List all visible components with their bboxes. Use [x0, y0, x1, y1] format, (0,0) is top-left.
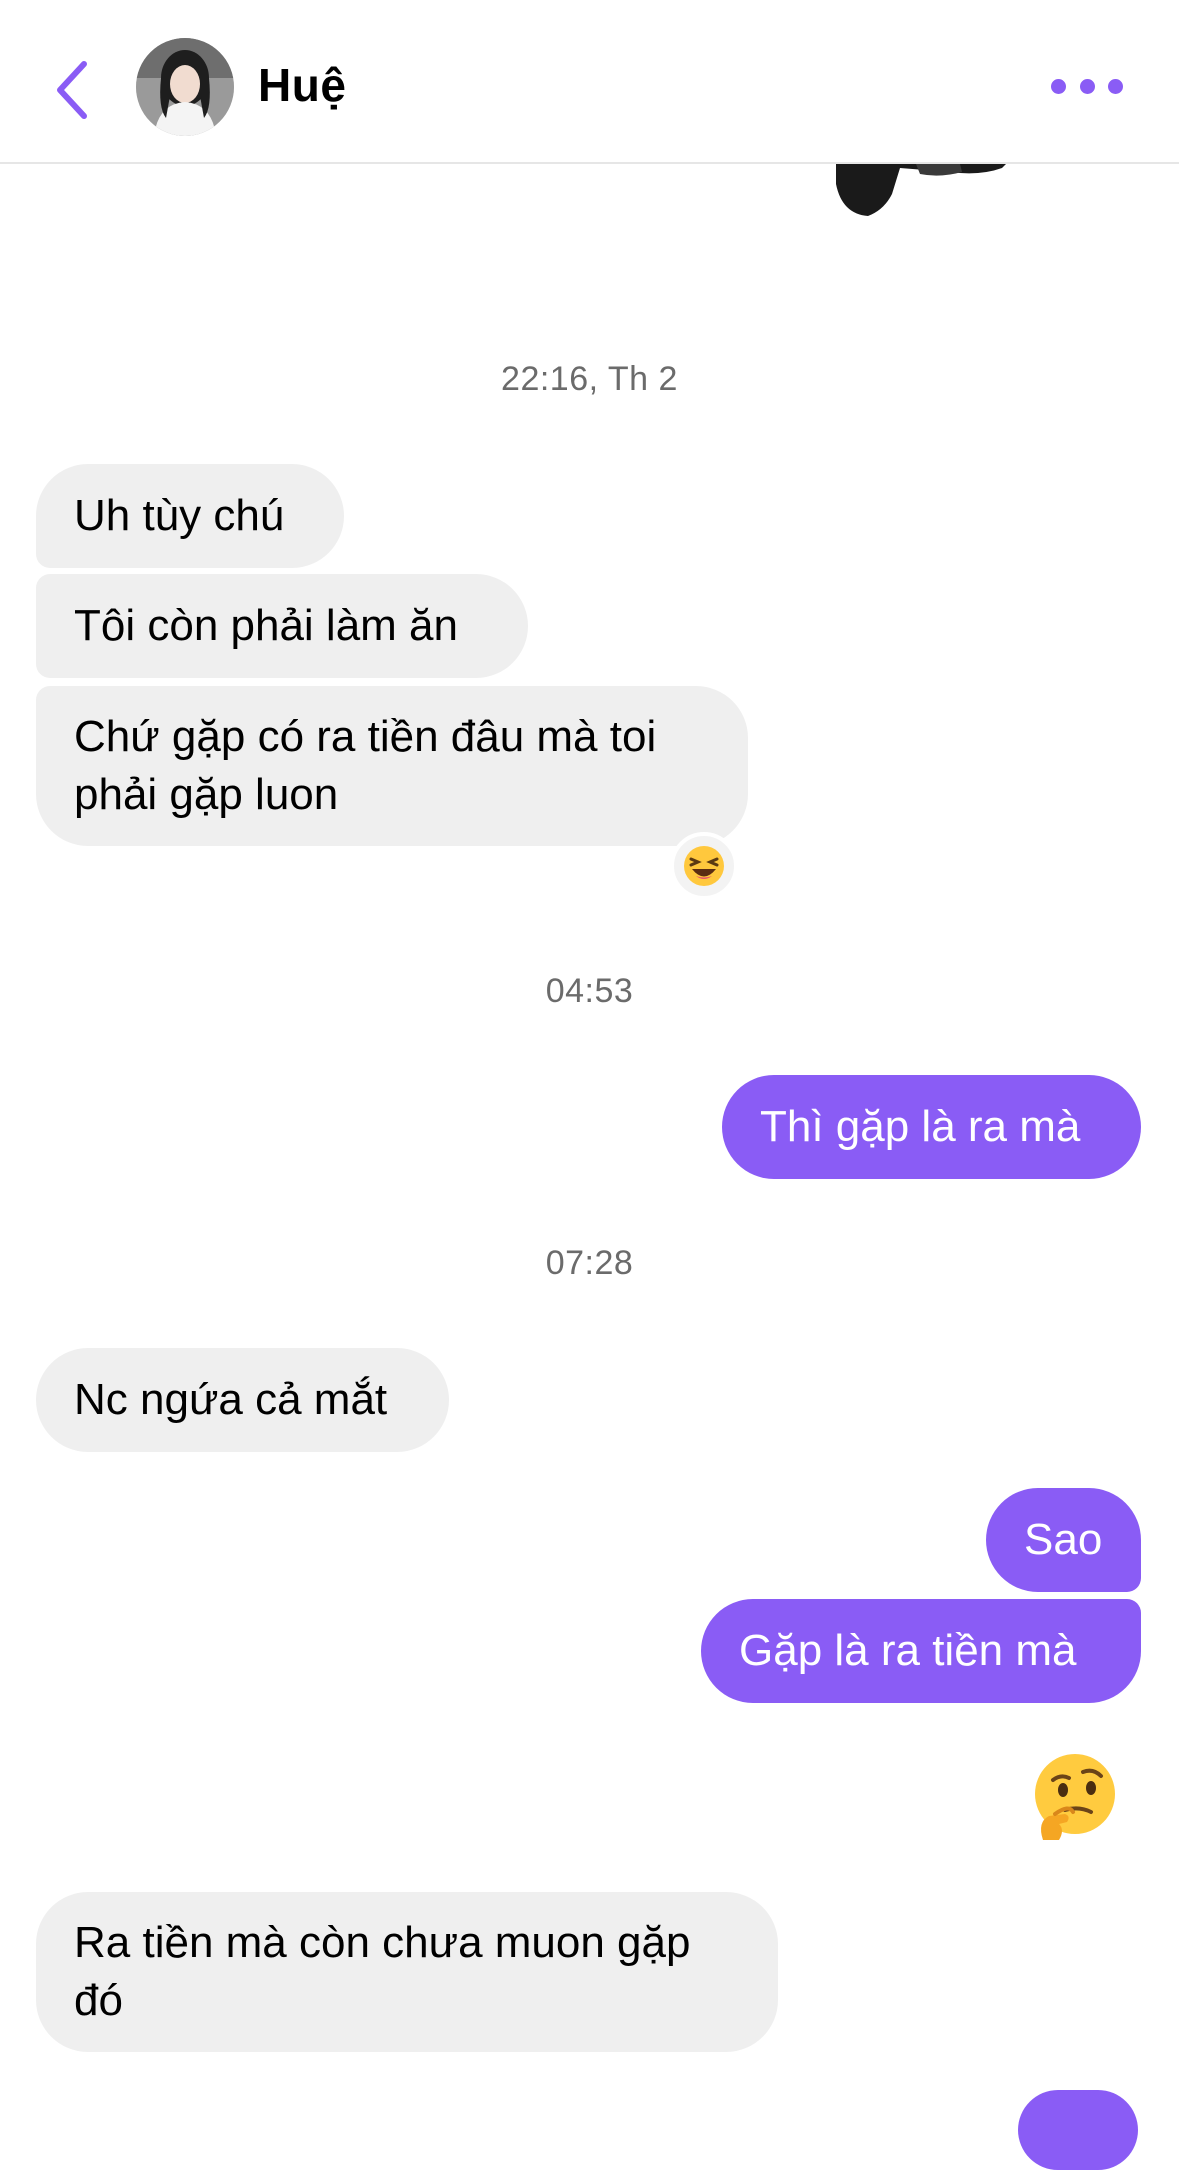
timestamp: 22:16, Th 2: [501, 360, 678, 398]
incoming-message[interactable]: Nc ngứa cả mắt: [36, 1348, 449, 1452]
outgoing-message[interactable]: Thì gặp là ra mà: [722, 1075, 1141, 1179]
laughing-face-emoji: [684, 846, 724, 886]
avatar-photo: [136, 38, 234, 136]
ellipsis-dot: [1079, 78, 1095, 94]
timestamp: 04:53: [545, 972, 634, 1010]
ellipsis-dot: [1108, 78, 1123, 94]
back-button[interactable]: [42, 50, 102, 130]
incoming-message[interactable]: Tôi còn phải làm ăn: [36, 574, 528, 678]
outgoing-message[interactable]: Gặp là ra tiền mà: [701, 1599, 1141, 1703]
chat-header: Huệ: [0, 0, 1179, 164]
avatar[interactable]: [136, 38, 234, 136]
incoming-message[interactable]: Ra tiền mà còn chưa muon gặp đó: [36, 1892, 778, 2052]
timestamp: 07:28: [545, 1244, 634, 1282]
message-reaction[interactable]: [670, 832, 738, 900]
incoming-message[interactable]: Uh tùy chú: [36, 464, 344, 568]
ellipsis-icon: [1051, 78, 1066, 94]
contact-name[interactable]: Huệ: [258, 58, 346, 112]
chevron-left-icon: [57, 61, 87, 119]
thinking-face-emoji[interactable]: [1025, 1750, 1121, 1846]
partial-photo-message[interactable]: [820, 164, 1020, 220]
outgoing-message-partial[interactable]: [1018, 2090, 1138, 2170]
more-options-button[interactable]: [1051, 66, 1123, 106]
outgoing-message[interactable]: Sao: [986, 1488, 1141, 1592]
incoming-message[interactable]: Chứ gặp có ra tiền đâu mà toi phải gặp l…: [36, 686, 748, 846]
